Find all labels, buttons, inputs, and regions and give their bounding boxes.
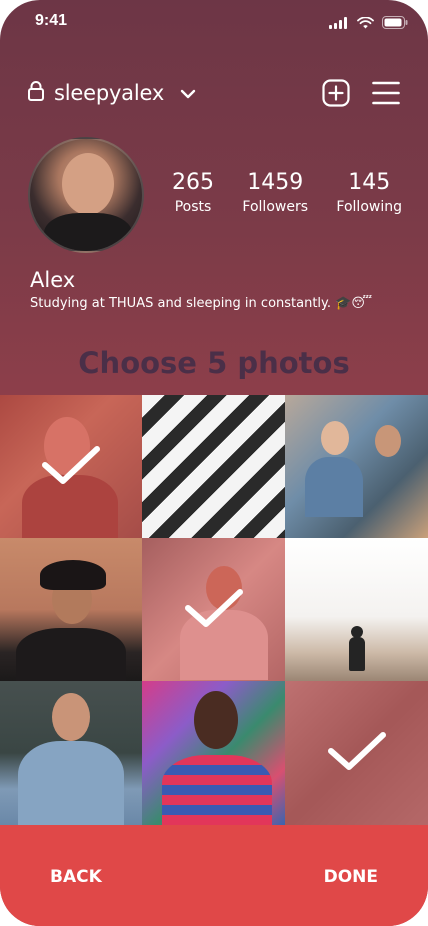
stat-value: 145 — [348, 170, 391, 195]
photo-tile[interactable] — [285, 681, 428, 825]
photo-tile[interactable] — [0, 395, 142, 538]
account-switcher[interactable]: sleepyalex — [28, 81, 196, 105]
checkmark-icon — [184, 586, 244, 634]
status-icons — [329, 14, 408, 33]
stat-value: 1459 — [247, 170, 304, 195]
add-post-icon[interactable] — [322, 79, 350, 107]
wifi-icon — [357, 14, 374, 33]
photo-tile[interactable] — [285, 395, 428, 538]
stat-label: Following — [336, 199, 402, 215]
stat-label: Posts — [174, 199, 212, 215]
back-button[interactable]: BACK — [50, 867, 102, 887]
checkmark-icon — [327, 729, 387, 777]
photo-tile[interactable] — [142, 681, 285, 825]
phone-screen: 9:41 sleepyalex 265 Posts 1459 Followers… — [0, 0, 428, 926]
photo-tile[interactable] — [285, 538, 428, 681]
display-name: Alex — [30, 268, 76, 292]
photo-tile[interactable] — [142, 538, 285, 681]
chevron-down-icon — [174, 84, 196, 103]
photo-grid — [0, 395, 428, 825]
picker-title: Choose 5 photos — [78, 346, 350, 380]
signal-icon — [329, 14, 349, 33]
stat-posts[interactable]: 265 Posts — [172, 170, 214, 215]
profile-bio: Studying at THUAS and sleeping in consta… — [30, 296, 373, 311]
header-actions — [322, 79, 400, 107]
photo-tile[interactable] — [0, 681, 142, 825]
stat-value: 265 — [172, 170, 214, 195]
menu-icon[interactable] — [372, 81, 400, 105]
status-bar: 9:41 — [0, 0, 428, 44]
photo-tile[interactable] — [142, 395, 285, 538]
done-button[interactable]: DONE — [324, 867, 378, 887]
profile-header: sleepyalex — [28, 76, 400, 110]
username: sleepyalex — [54, 81, 165, 105]
stat-followers[interactable]: 1459 Followers — [242, 170, 308, 215]
lock-icon — [28, 81, 44, 105]
stat-label: Followers — [242, 199, 308, 215]
checkmark-icon — [41, 443, 101, 491]
status-time: 9:41 — [35, 12, 68, 29]
bottom-action-bar: BACK DONE — [0, 825, 428, 926]
battery-icon — [382, 14, 408, 33]
avatar[interactable] — [28, 137, 144, 253]
photo-tile[interactable] — [0, 538, 142, 681]
profile-stats: 265 Posts 1459 Followers 145 Following — [172, 170, 402, 215]
stat-following[interactable]: 145 Following — [336, 170, 402, 215]
